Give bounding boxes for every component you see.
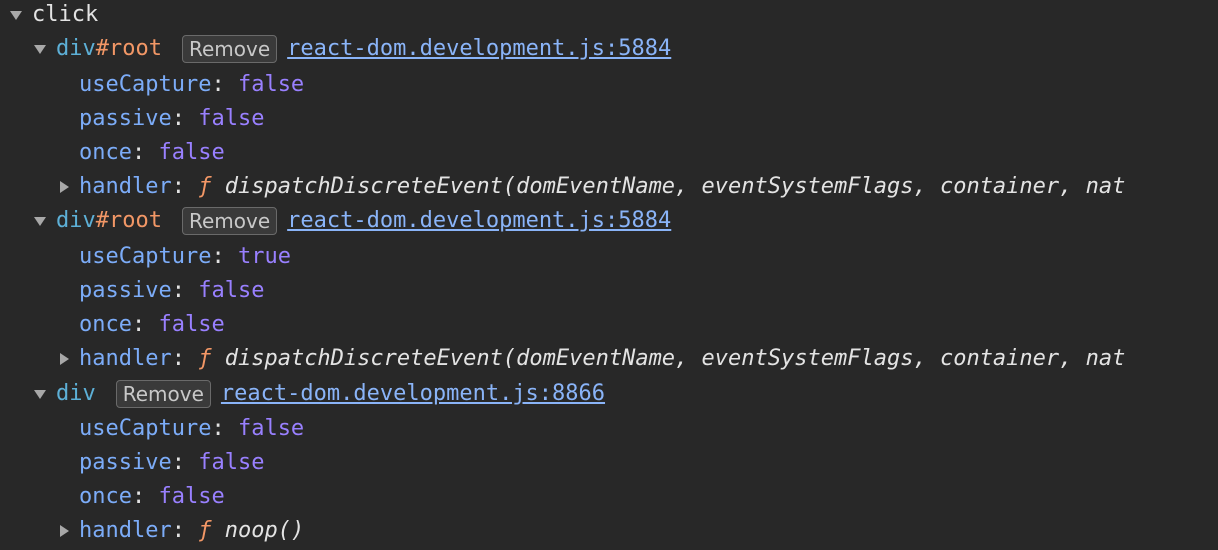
- function-symbol: ƒ: [198, 346, 212, 371]
- event-name: click: [32, 2, 99, 27]
- property-key: useCapture: [79, 416, 212, 441]
- property-row: passive: false: [79, 278, 265, 303]
- handler-key: handler: [79, 518, 172, 543]
- property-row: passive: false: [79, 106, 265, 131]
- property-value: false: [198, 106, 265, 131]
- handler-key: handler: [79, 346, 172, 371]
- property-row: once: false: [79, 140, 225, 165]
- triangle-down-icon[interactable]: [10, 10, 22, 20]
- property-row: useCapture: true: [79, 244, 291, 269]
- property-value: false: [158, 484, 225, 509]
- remove-button[interactable]: Remove: [181, 207, 278, 235]
- property-row: passive: false: [79, 450, 265, 475]
- remove-button[interactable]: Remove: [181, 35, 278, 63]
- handler-key: handler: [79, 174, 172, 199]
- property-key: passive: [79, 106, 172, 131]
- source-link[interactable]: react-dom.development.js:5884: [287, 36, 671, 61]
- property-value: false: [158, 140, 225, 165]
- property-key: once: [79, 484, 132, 509]
- handler-signature: dispatchDiscreteEvent(domEventName, even…: [224, 346, 1126, 371]
- property-key: passive: [79, 450, 172, 475]
- property-value: true: [237, 244, 291, 269]
- node-tag: div: [56, 36, 96, 61]
- source-link[interactable]: react-dom.development.js:8866: [221, 381, 605, 406]
- node-id: #root: [95, 208, 162, 233]
- triangle-right-icon[interactable]: [60, 353, 69, 365]
- property-key: useCapture: [79, 244, 212, 269]
- property-key: passive: [79, 278, 172, 303]
- triangle-right-icon[interactable]: [60, 181, 69, 193]
- handler-signature: noop(): [224, 518, 305, 543]
- property-row: once: false: [79, 484, 225, 509]
- handler-row[interactable]: handler: ƒ dispatchDiscreteEvent(domEven…: [0, 342, 1218, 376]
- node-tag: div: [56, 381, 96, 406]
- triangle-down-icon[interactable]: [34, 44, 46, 54]
- property-value: false: [198, 450, 265, 475]
- listener-header[interactable]: div Remove react-dom.development.js:8866: [0, 377, 1218, 411]
- triangle-down-icon[interactable]: [34, 216, 46, 226]
- node-tag: div: [56, 208, 96, 233]
- function-symbol: ƒ: [198, 518, 212, 543]
- handler-signature: dispatchDiscreteEvent(domEventName, even…: [224, 174, 1126, 199]
- listener-header[interactable]: div#root Remove react-dom.development.js:5…: [0, 32, 1218, 66]
- property-key: once: [79, 312, 132, 337]
- function-symbol: ƒ: [198, 174, 212, 199]
- triangle-down-icon[interactable]: [34, 389, 46, 399]
- property-value: false: [237, 72, 305, 97]
- property-row: useCapture: false: [79, 72, 305, 97]
- property-key: once: [79, 140, 132, 165]
- listener-header[interactable]: div#root Remove react-dom.development.js:5…: [0, 204, 1218, 238]
- property-value: false: [158, 312, 225, 337]
- property-value: false: [198, 278, 265, 303]
- property-row: useCapture: false: [79, 416, 305, 441]
- handler-row[interactable]: handler: ƒ noop(): [0, 514, 1218, 548]
- triangle-right-icon[interactable]: [60, 525, 69, 537]
- remove-button[interactable]: Remove: [115, 380, 211, 408]
- node-id: #root: [95, 36, 162, 61]
- event-header[interactable]: click: [0, 0, 1218, 32]
- source-link[interactable]: react-dom.development.js:5884: [287, 208, 671, 233]
- property-value: false: [237, 416, 305, 441]
- property-key: useCapture: [79, 72, 212, 97]
- property-row: once: false: [79, 312, 225, 337]
- handler-row[interactable]: handler: ƒ dispatchDiscreteEvent(domEven…: [0, 170, 1218, 204]
